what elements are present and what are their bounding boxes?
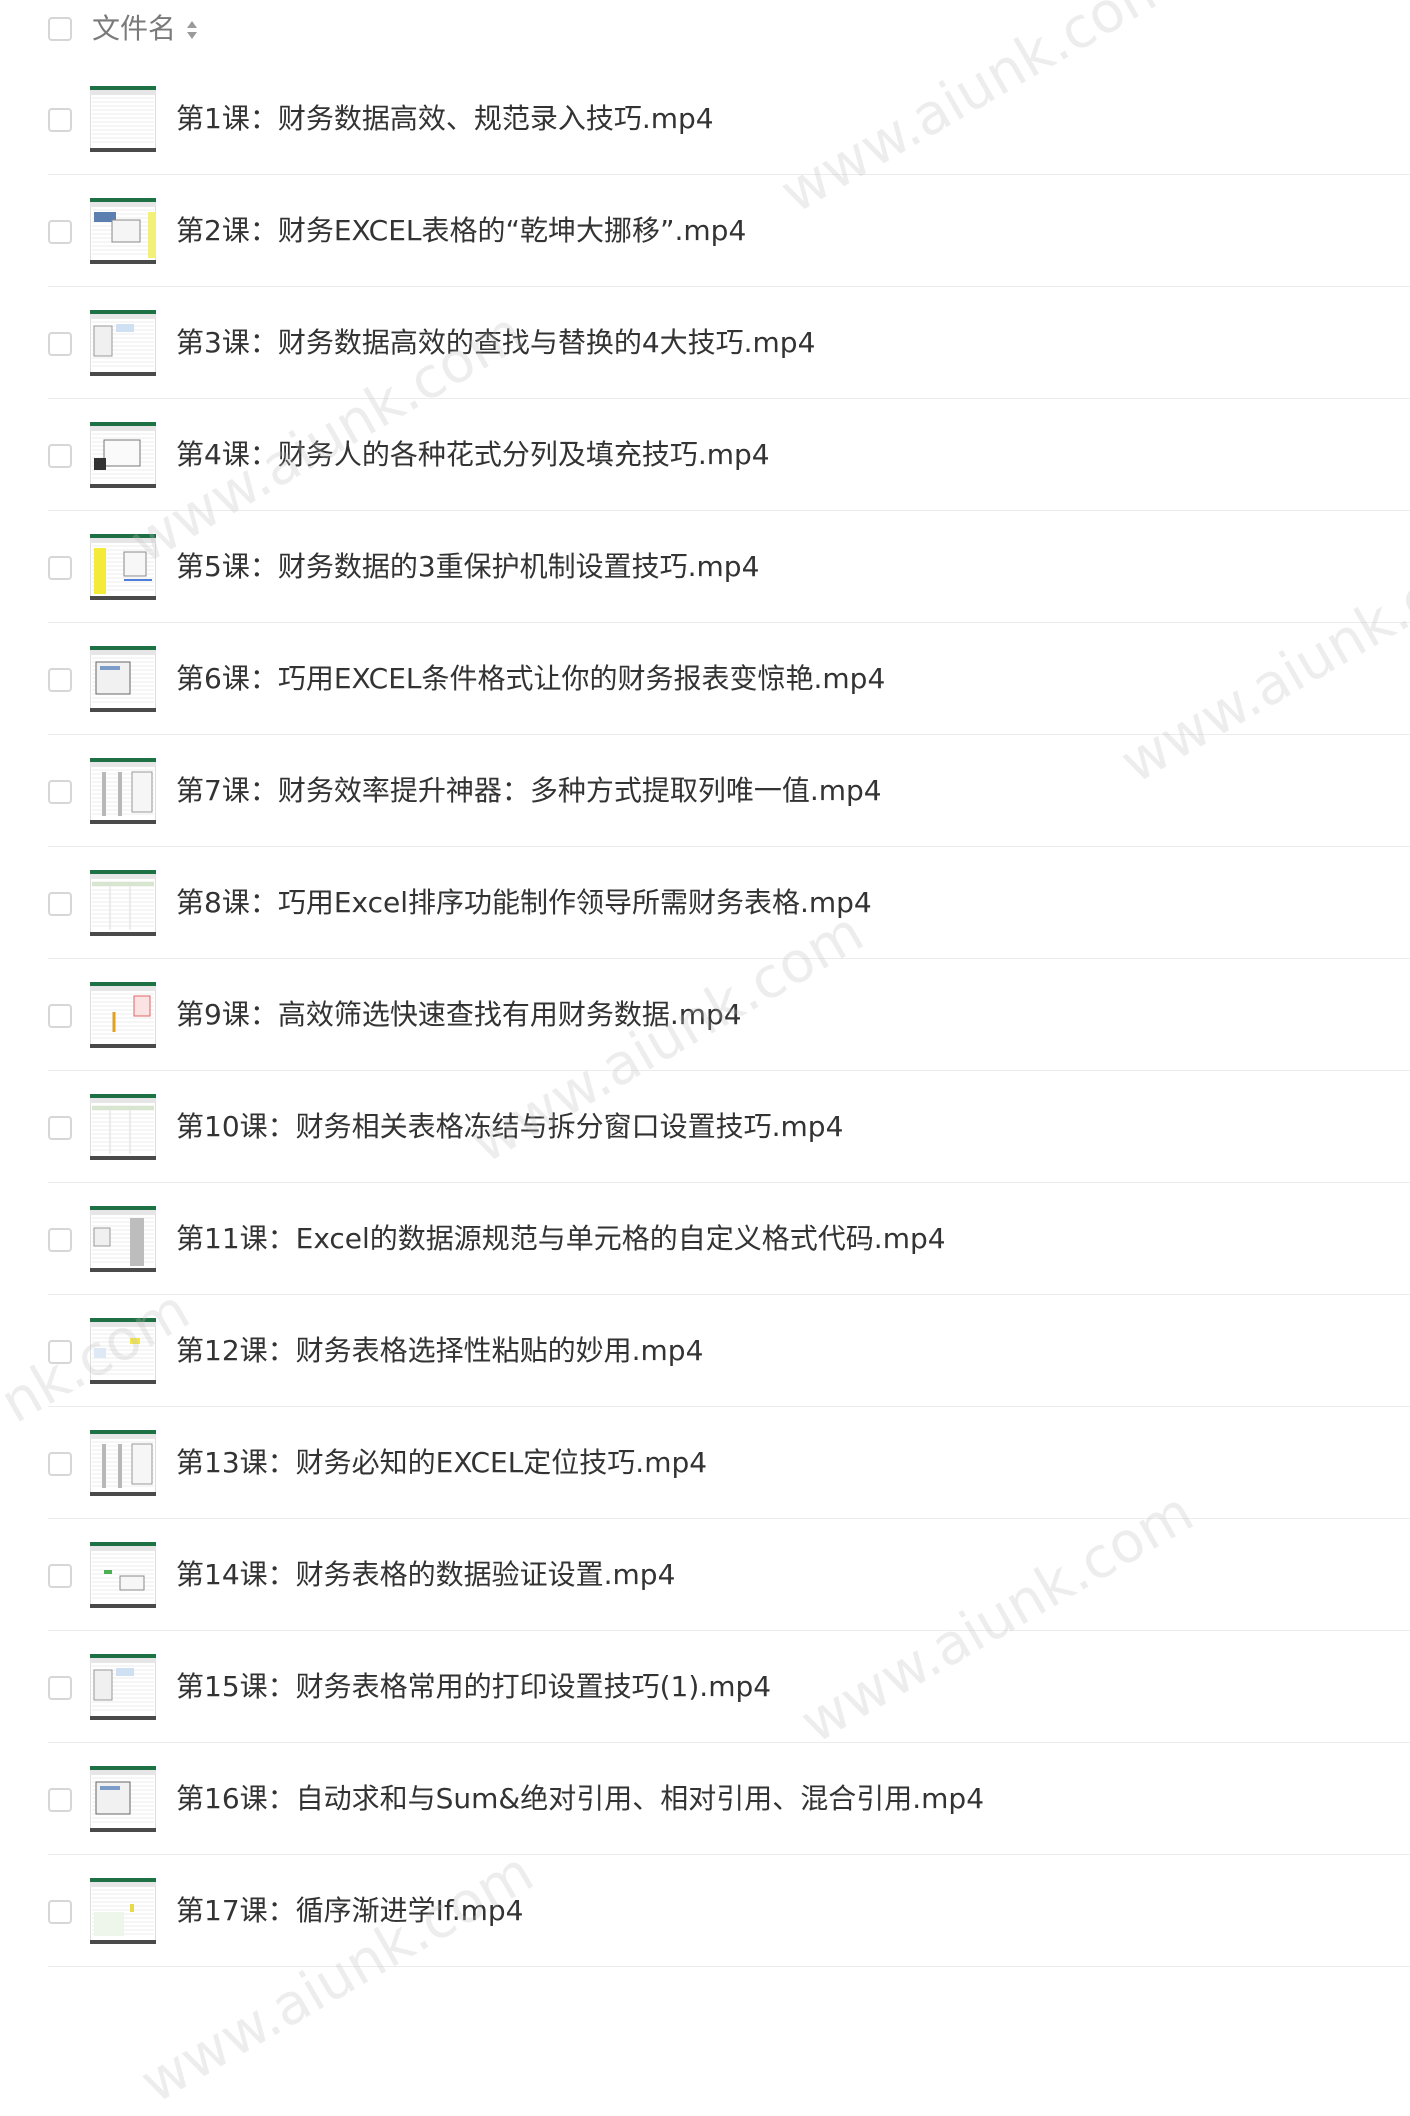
- sort-updown-icon[interactable]: [184, 17, 200, 43]
- file-name-link[interactable]: 第13课：财务必知的EXCEL定位技巧.mp4: [176, 1443, 707, 1483]
- file-row[interactable]: 第17课：循序渐进学If.mp4: [0, 1855, 1410, 1967]
- file-name-link[interactable]: 第11课：Excel的数据源规范与单元格的自定义格式代码.mp4: [176, 1219, 946, 1259]
- file-row[interactable]: 第11课：Excel的数据源规范与单元格的自定义格式代码.mp4: [0, 1183, 1410, 1295]
- file-row[interactable]: 第12课：财务表格选择性粘贴的妙用.mp4: [0, 1295, 1410, 1407]
- video-thumbnail-icon[interactable]: [90, 1654, 156, 1720]
- file-name-link[interactable]: 第12课：财务表格选择性粘贴的妙用.mp4: [176, 1331, 703, 1371]
- file-name-link[interactable]: 第8课：巧用Excel排序功能制作领导所需财务表格.mp4: [176, 883, 872, 923]
- file-row[interactable]: 第16课：自动求和与Sum&绝对引用、相对引用、混合引用.mp4: [0, 1743, 1410, 1855]
- video-thumbnail-icon[interactable]: [90, 758, 156, 824]
- video-thumbnail-icon[interactable]: [90, 422, 156, 488]
- file-row[interactable]: 第3课：财务数据高效的查找与替换的4大技巧.mp4: [0, 287, 1410, 399]
- row-divider: [48, 1966, 1410, 1967]
- file-name-link[interactable]: 第5课：财务数据的3重保护机制设置技巧.mp4: [176, 547, 759, 587]
- filename-column-header[interactable]: 文件名: [92, 12, 176, 46]
- video-thumbnail-icon[interactable]: [90, 1094, 156, 1160]
- file-row-checkbox[interactable]: [48, 1004, 72, 1028]
- file-row[interactable]: 第1课：财务数据高效、规范录入技巧.mp4: [0, 63, 1410, 175]
- file-name-link[interactable]: 第15课：财务表格常用的打印设置技巧(1).mp4: [176, 1667, 771, 1707]
- video-thumbnail-icon[interactable]: [90, 198, 156, 264]
- file-row-checkbox[interactable]: [48, 780, 72, 804]
- file-name-link[interactable]: 第1课：财务数据高效、规范录入技巧.mp4: [176, 99, 714, 139]
- file-row-checkbox[interactable]: [48, 444, 72, 468]
- file-name-link[interactable]: 第6课：巧用EXCEL条件格式让你的财务报表变惊艳.mp4: [176, 659, 885, 699]
- file-row[interactable]: 第13课：财务必知的EXCEL定位技巧.mp4: [0, 1407, 1410, 1519]
- file-name-link[interactable]: 第4课：财务人的各种花式分列及填充技巧.mp4: [176, 435, 770, 475]
- video-thumbnail-icon[interactable]: [90, 1878, 156, 1944]
- file-row-checkbox[interactable]: [48, 892, 72, 916]
- video-thumbnail-icon[interactable]: [90, 310, 156, 376]
- file-row[interactable]: 第6课：巧用EXCEL条件格式让你的财务报表变惊艳.mp4: [0, 623, 1410, 735]
- file-row[interactable]: 第10课：财务相关表格冻结与拆分窗口设置技巧.mp4: [0, 1071, 1410, 1183]
- video-thumbnail-icon[interactable]: [90, 86, 156, 152]
- video-thumbnail-icon[interactable]: [90, 1766, 156, 1832]
- file-name-link[interactable]: 第14课：财务表格的数据验证设置.mp4: [176, 1555, 675, 1595]
- file-row-checkbox[interactable]: [48, 668, 72, 692]
- file-name-link[interactable]: 第3课：财务数据高效的查找与替换的4大技巧.mp4: [176, 323, 815, 363]
- file-name-link[interactable]: 第9课：高效筛选快速查找有用财务数据.mp4: [176, 995, 742, 1035]
- file-name-link[interactable]: 第2课：财务EXCEL表格的“乾坤大挪移”.mp4: [176, 211, 746, 251]
- file-row[interactable]: 第5课：财务数据的3重保护机制设置技巧.mp4: [0, 511, 1410, 623]
- file-row-checkbox[interactable]: [48, 1900, 72, 1924]
- file-row-checkbox[interactable]: [48, 1788, 72, 1812]
- file-row-checkbox[interactable]: [48, 1452, 72, 1476]
- file-row-checkbox[interactable]: [48, 1116, 72, 1140]
- video-thumbnail-icon[interactable]: [90, 646, 156, 712]
- file-name-link[interactable]: 第16课：自动求和与Sum&绝对引用、相对引用、混合引用.mp4: [176, 1779, 984, 1819]
- file-row[interactable]: 第8课：巧用Excel排序功能制作领导所需财务表格.mp4: [0, 847, 1410, 959]
- file-row-checkbox[interactable]: [48, 1228, 72, 1252]
- file-row-checkbox[interactable]: [48, 220, 72, 244]
- file-row[interactable]: 第4课：财务人的各种花式分列及填充技巧.mp4: [0, 399, 1410, 511]
- file-row[interactable]: 第7课：财务效率提升神器：多种方式提取列唯一值.mp4: [0, 735, 1410, 847]
- file-row[interactable]: 第2课：财务EXCEL表格的“乾坤大挪移”.mp4: [0, 175, 1410, 287]
- video-thumbnail-icon[interactable]: [90, 1206, 156, 1272]
- file-name-link[interactable]: 第7课：财务效率提升神器：多种方式提取列唯一值.mp4: [176, 771, 882, 811]
- file-row-checkbox[interactable]: [48, 108, 72, 132]
- video-thumbnail-icon[interactable]: [90, 1542, 156, 1608]
- file-row[interactable]: 第14课：财务表格的数据验证设置.mp4: [0, 1519, 1410, 1631]
- file-row[interactable]: 第9课：高效筛选快速查找有用财务数据.mp4: [0, 959, 1410, 1071]
- video-thumbnail-icon[interactable]: [90, 982, 156, 1048]
- select-all-checkbox[interactable]: [48, 17, 72, 41]
- file-name-link[interactable]: 第10课：财务相关表格冻结与拆分窗口设置技巧.mp4: [176, 1107, 843, 1147]
- file-row-checkbox[interactable]: [48, 1564, 72, 1588]
- file-row[interactable]: 第15课：财务表格常用的打印设置技巧(1).mp4: [0, 1631, 1410, 1743]
- file-row-checkbox[interactable]: [48, 556, 72, 580]
- file-row-checkbox[interactable]: [48, 332, 72, 356]
- video-thumbnail-icon[interactable]: [90, 534, 156, 600]
- video-thumbnail-icon[interactable]: [90, 1318, 156, 1384]
- file-row-checkbox[interactable]: [48, 1676, 72, 1700]
- file-row-checkbox[interactable]: [48, 1340, 72, 1364]
- video-thumbnail-icon[interactable]: [90, 1430, 156, 1496]
- file-list-header: 文件名: [0, 0, 1410, 60]
- file-name-link[interactable]: 第17课：循序渐进学If.mp4: [176, 1891, 523, 1931]
- video-thumbnail-icon[interactable]: [90, 870, 156, 936]
